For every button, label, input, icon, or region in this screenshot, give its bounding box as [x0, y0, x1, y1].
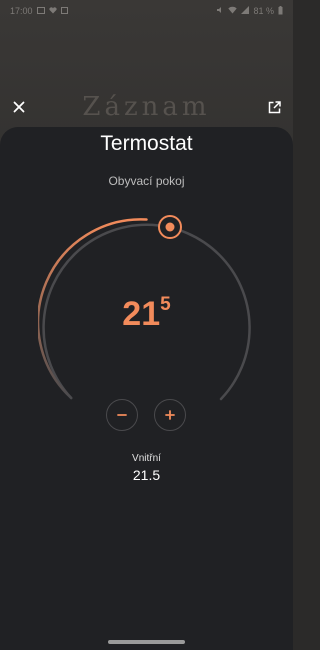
battery-icon	[278, 5, 283, 17]
mute-icon	[216, 6, 224, 16]
target-temperature: 215	[0, 294, 293, 334]
status-right: 81 %	[216, 5, 283, 17]
dial-thumb[interactable]	[158, 215, 182, 239]
indoor-temperature-label: Vnitřní	[132, 453, 161, 464]
signal-icon	[241, 6, 250, 16]
status-time: 17:00	[10, 6, 33, 16]
open-in-new-icon	[268, 100, 281, 113]
wifi-icon	[228, 6, 238, 16]
decrease-temperature-button[interactable]	[106, 399, 138, 431]
indoor-temperature-value: 21.5	[132, 467, 161, 483]
close-icon	[13, 101, 25, 113]
battery-percent: 81 %	[253, 6, 274, 16]
temperature-integer: 21	[122, 295, 161, 333]
close-button[interactable]	[8, 96, 30, 118]
top-actions	[0, 96, 293, 120]
image-icon	[36, 6, 45, 16]
minus-icon	[117, 414, 127, 416]
home-indicator[interactable]	[108, 640, 185, 644]
heart-icon	[48, 6, 57, 16]
increase-temperature-button[interactable]	[154, 399, 186, 431]
status-bar: 17:00 81 %	[0, 0, 293, 22]
open-in-app-button[interactable]	[263, 96, 285, 118]
thermostat-sheet: Termostat Obyvací pokoj 215 Vnitřní 21.5	[0, 127, 293, 650]
plus-icon	[165, 410, 175, 420]
room-name: Obyvací pokoj	[108, 174, 185, 188]
page-title: Termostat	[100, 132, 193, 155]
status-left: 17:00	[10, 6, 68, 16]
box-icon	[60, 6, 68, 16]
temperature-fraction: 5	[160, 294, 171, 315]
